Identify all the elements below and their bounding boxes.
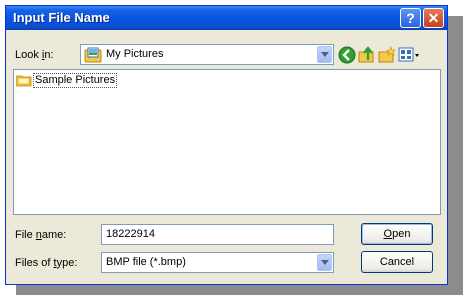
help-button[interactable]: ? xyxy=(400,8,421,28)
input-file-name-dialog: Input File Name ? ✕ Look in: My Pictures xyxy=(5,5,448,285)
up-one-level-icon[interactable] xyxy=(358,46,376,64)
file-name-input[interactable]: 18222914 xyxy=(101,224,334,245)
file-type-dropdown[interactable]: BMP file (*.bmp) xyxy=(101,252,334,273)
open-button[interactable]: Open xyxy=(361,223,433,245)
cancel-button[interactable]: Cancel xyxy=(361,251,433,273)
chevron-down-icon[interactable] xyxy=(317,46,332,63)
look-in-dropdown[interactable]: My Pictures xyxy=(80,44,334,65)
file-type-value: BMP file (*.bmp) xyxy=(106,256,186,268)
view-menu-icon[interactable] xyxy=(398,46,420,64)
dialog-title: Input File Name xyxy=(13,10,110,25)
look-in-value: My Pictures xyxy=(106,48,164,60)
file-name-label: File name: xyxy=(15,229,67,241)
folder-icon xyxy=(16,75,32,87)
my-pictures-folder-icon xyxy=(84,47,102,63)
back-icon[interactable] xyxy=(338,46,356,64)
folder-label: Sample Pictures xyxy=(33,73,118,88)
look-in-label: Look in: xyxy=(15,49,54,61)
new-folder-icon[interactable] xyxy=(378,46,396,64)
title-bar[interactable]: Input File Name ? ✕ xyxy=(6,6,447,30)
file-list[interactable]: Sample Pictures xyxy=(13,69,441,215)
chevron-down-icon[interactable] xyxy=(317,254,332,271)
file-type-label: Files of type: xyxy=(15,257,78,269)
close-button[interactable]: ✕ xyxy=(423,8,444,28)
